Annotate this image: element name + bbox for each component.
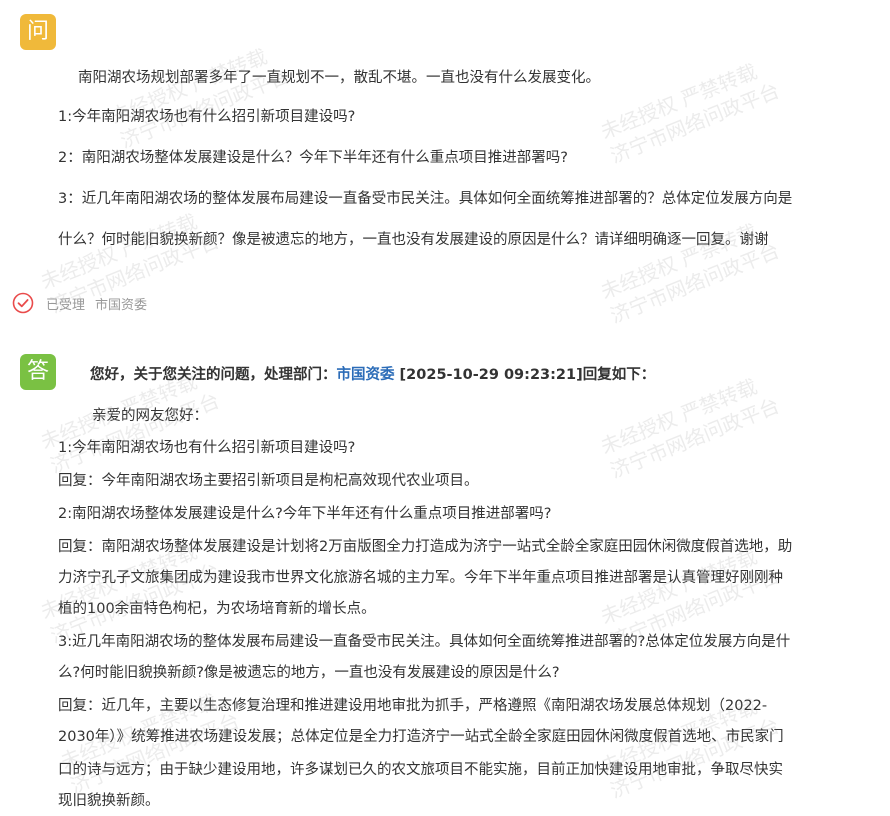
reply-header-time: [2025-10-29 09:23:21]回复如下： — [394, 367, 656, 383]
reply-answer-3-line-4: 现旧貌换新颜。 — [58, 793, 160, 809]
reply-question-3-line-2: 么?何时能旧貌换新颜?像是被遗忘的地方，一直也没有发展建设的原因是什么? — [58, 665, 560, 681]
watermark: 未经授权 严禁转载 济宁市网络问政平台 — [597, 59, 783, 168]
check-circle-icon — [12, 292, 34, 314]
reply-greeting: 亲爱的网友您好： — [92, 408, 208, 424]
question-intro: 南阳湖农场规划部署多年了一直规划不一，散乱不堪。一直也没有什么发展变化。 — [78, 70, 600, 86]
status-row: 已受理 市国资委 — [12, 292, 147, 314]
reply-question-2: 2:南阳湖农场整体发展建设是什么?今年下半年还有什么重点项目推进部署吗? — [58, 506, 552, 522]
reply-answer-1: 回复：今年南阳湖农场主要招引新项目是枸杞高效现代农业项目。 — [58, 473, 479, 489]
reply-header-prefix: 您好，关于您关注的问题，处理部门： — [90, 367, 337, 383]
reply-question-3-line-1: 3:近几年南阳湖农场的整体发展布局建设一直备受市民关注。具体如何全面统筹推进部署… — [58, 634, 791, 650]
watermark: 未经授权 严禁转载 济宁市网络问政平台 — [107, 44, 293, 153]
answer-badge: 答 — [20, 354, 56, 390]
reply-dept-link[interactable]: 市国资委 — [337, 367, 395, 383]
question-item-3-line-1: 3：近几年南阳湖农场的整体发展布局建设一直备受市民关注。具体如何全面统筹推进部署… — [58, 191, 793, 207]
reply-question-1: 1:今年南阳湖农场也有什么招引新项目建设吗? — [58, 440, 356, 456]
status-dept: 市国资委 — [95, 297, 148, 313]
question-item-3-line-2: 什么？何时能旧貌换新颜？像是被遗忘的地方，一直也没有发展建设的原因是什么？请详细… — [58, 232, 769, 248]
reply-header: 您好，关于您关注的问题，处理部门：市国资委 [2025-10-29 09:23:… — [90, 363, 655, 384]
reply-answer-3-line-1: 回复：近几年，主要以生态修复治理和推进建设用地审批为抓手，严格遵照《南阳湖农场发… — [58, 698, 768, 714]
question-item-1: 1:今年南阳湖农场也有什么招引新项目建设吗? — [58, 109, 356, 125]
reply-answer-2-line-3: 植的100余亩特色枸杞，为农场培育新的增长点。 — [58, 601, 376, 617]
reply-answer-2-line-1: 回复：南阳湖农场整体发展建设是计划将2万亩版图全力打造成为济宁一站式全龄全家庭田… — [58, 539, 793, 555]
reply-answer-3-line-3: 口的诗与远方；由于缺少建设用地，许多谋划已久的农文旅项目不能实施，目前正加快建设… — [58, 762, 783, 778]
reply-answer-3-line-2: 2030年）》统筹推进农场建设发展；总体定位是全力打造济宁一站式全龄全家庭田园休… — [58, 729, 784, 745]
status-text: 已受理 — [46, 297, 86, 313]
watermark: 未经授权 严禁转载 济宁市网络问政平台 — [597, 374, 783, 483]
question-item-2: 2：南阳湖农场整体发展建设是什么？今年下半年还有什么重点项目推进部署吗? — [58, 150, 568, 166]
reply-answer-2-line-2: 力济宁孔子文旅集团成为建设我市世界文化旅游名城的主力军。今年下半年重点项目推进部… — [58, 570, 783, 586]
question-badge: 问 — [20, 14, 56, 50]
